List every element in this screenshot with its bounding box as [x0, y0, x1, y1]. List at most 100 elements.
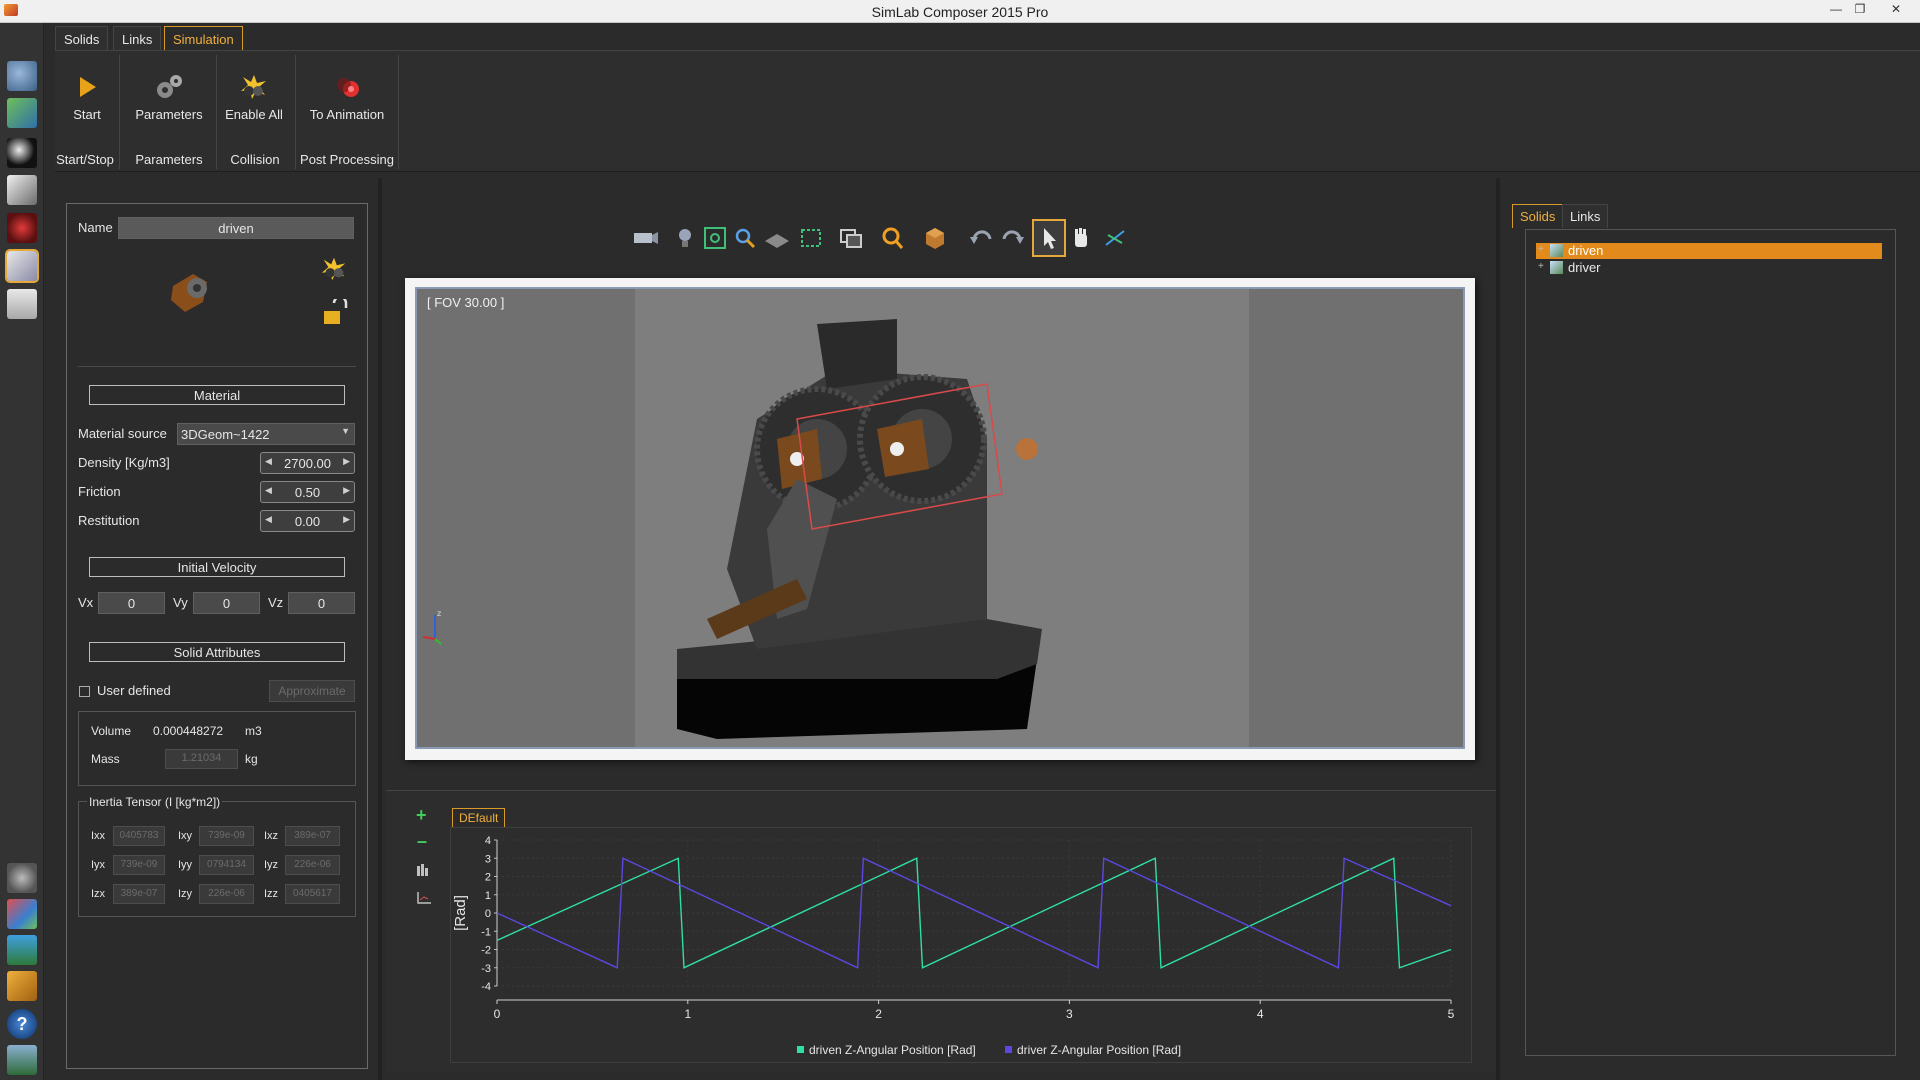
density-spinbox[interactable]: ◀ 2700.00 ▶: [260, 452, 355, 474]
transform-axes-icon[interactable]: [1100, 221, 1130, 255]
tab-scene-links[interactable]: Links: [1562, 204, 1609, 228]
add-curve-icon[interactable]: +: [416, 805, 427, 826]
decrement-arrow-icon[interactable]: ◀: [265, 514, 272, 525]
right-splitter[interactable]: [1496, 178, 1500, 1080]
y-tick-label: -2: [481, 945, 491, 957]
import-export-icon[interactable]: [7, 935, 37, 965]
increment-arrow-icon[interactable]: ▶: [343, 514, 350, 525]
book-icon[interactable]: [7, 1045, 37, 1075]
ground-plane-icon[interactable]: [762, 221, 792, 255]
vr-icon[interactable]: [7, 138, 37, 168]
volume-unit: m3: [245, 724, 262, 738]
fit-all-icon[interactable]: [700, 221, 730, 255]
machine-model[interactable]: [657, 319, 1177, 739]
left-tool-strip: ?: [0, 23, 44, 1080]
ixy-field: 739e-09: [199, 826, 254, 846]
tree-item-label: driven: [1568, 243, 1604, 258]
increment-arrow-icon[interactable]: ▶: [343, 485, 350, 496]
vz-field[interactable]: 0: [288, 592, 355, 614]
redo-icon[interactable]: [998, 221, 1028, 255]
minimize-icon[interactable]: —: [1826, 2, 1846, 18]
material-section-button[interactable]: Material: [89, 385, 345, 405]
simulation-icon[interactable]: [5, 249, 39, 283]
library-icon[interactable]: [7, 899, 37, 929]
material-source-label: Material source: [78, 426, 167, 441]
start-button[interactable]: Start: [57, 51, 117, 136]
collision-icon: [241, 75, 266, 99]
parameters-button[interactable]: Parameters: [129, 51, 209, 136]
camera-icon[interactable]: [630, 221, 660, 255]
render-icon[interactable]: [7, 98, 37, 128]
tree-item-driven[interactable]: + driven: [1536, 243, 1882, 259]
x-tick-label: 1: [684, 1007, 691, 1021]
vy-field[interactable]: 0: [193, 592, 260, 614]
ribbon-separator: [216, 55, 217, 169]
collision-toggle-icon[interactable]: [319, 254, 349, 284]
user-defined-label: User defined: [97, 683, 171, 698]
legend-swatch: [797, 1046, 804, 1053]
restitution-spinbox[interactable]: ◀ 0.00 ▶: [260, 510, 355, 532]
solid-attributes-section-button[interactable]: Solid Attributes: [89, 642, 345, 662]
vx-label: Vx: [78, 595, 94, 610]
box-icon[interactable]: [920, 221, 950, 255]
graph-tab-default[interactable]: DEfault: [452, 808, 506, 827]
display-mode-icon[interactable]: [836, 221, 866, 255]
key-icon[interactable]: [7, 971, 37, 1001]
axis-triad-icon: z: [422, 609, 442, 645]
axes-settings-icon[interactable]: [416, 891, 432, 905]
y-tick-label: -3: [481, 963, 491, 975]
enable-all-button[interactable]: Enable All: [219, 51, 289, 136]
material-source-select[interactable]: 3DGeom~1422 ▼: [177, 423, 355, 445]
bar-chart-icon[interactable]: [416, 863, 430, 877]
iyy-field: 0794134: [199, 855, 254, 875]
tab-solids[interactable]: Solids: [55, 26, 109, 51]
tab-links[interactable]: Links: [113, 26, 162, 51]
group-start-stop: Start/Stop: [56, 152, 114, 167]
expand-icon[interactable]: +: [1538, 244, 1544, 255]
increment-arrow-icon[interactable]: ▶: [343, 456, 350, 467]
left-splitter[interactable]: [378, 178, 382, 1080]
decrement-arrow-icon[interactable]: ◀: [265, 456, 272, 467]
help-icon[interactable]: ?: [7, 1009, 37, 1039]
izy-field: 226e-06: [199, 884, 254, 904]
tab-scene-solids[interactable]: Solids: [1512, 204, 1564, 228]
restore-icon[interactable]: ❐: [1850, 2, 1870, 18]
3d-viewport[interactable]: [ FOV 30.00 ] z: [415, 287, 1465, 749]
settings-gear-icon[interactable]: [7, 863, 37, 893]
x-tick-label: 3: [1066, 1007, 1073, 1021]
user-defined-checkbox[interactable]: [79, 686, 90, 697]
friction-label: Friction: [78, 484, 121, 499]
legend-label: driver Z-Angular Position [Rad]: [1017, 1043, 1181, 1057]
select-pointer-icon[interactable]: [1032, 219, 1066, 257]
zoom-icon[interactable]: [730, 221, 760, 255]
search-object-icon[interactable]: [878, 221, 908, 255]
pan-hand-icon[interactable]: [1066, 221, 1096, 255]
unlock-icon[interactable]: [320, 299, 348, 327]
animation-icon[interactable]: [7, 213, 37, 243]
friction-spinbox[interactable]: ◀ 0.50 ▶: [260, 481, 355, 503]
selection-box-icon[interactable]: [796, 221, 826, 255]
expand-icon[interactable]: +: [1538, 261, 1544, 272]
decrement-arrow-icon[interactable]: ◀: [265, 485, 272, 496]
y-tick-label: 2: [485, 872, 491, 884]
group-post-processing: Post Processing: [300, 152, 394, 167]
to-animation-button[interactable]: To Animation: [301, 51, 393, 136]
viewport-left-pane: [417, 289, 635, 747]
document-icon[interactable]: [7, 175, 37, 205]
remove-curve-icon[interactable]: –: [417, 831, 427, 852]
tree-item-driver[interactable]: + driver: [1536, 260, 1882, 276]
undo-icon[interactable]: [966, 221, 996, 255]
vx-field[interactable]: 0: [98, 592, 165, 614]
name-field[interactable]: driven: [118, 217, 354, 239]
initial-velocity-section-button[interactable]: Initial Velocity: [89, 557, 345, 577]
izx-label: Izx: [91, 888, 106, 900]
scene-icon[interactable]: [7, 61, 37, 91]
y-tick-label: 0: [485, 908, 491, 920]
light-icon[interactable]: [670, 221, 700, 255]
solid-preview-icon: [171, 274, 207, 312]
close-icon[interactable]: ✕: [1886, 2, 1906, 18]
approximate-button[interactable]: Approximate: [269, 680, 355, 702]
inertia-tensor-label: Inertia Tensor (I [kg*m2]): [87, 795, 223, 809]
script-icon[interactable]: [7, 289, 37, 319]
tab-simulation[interactable]: Simulation: [164, 26, 243, 51]
